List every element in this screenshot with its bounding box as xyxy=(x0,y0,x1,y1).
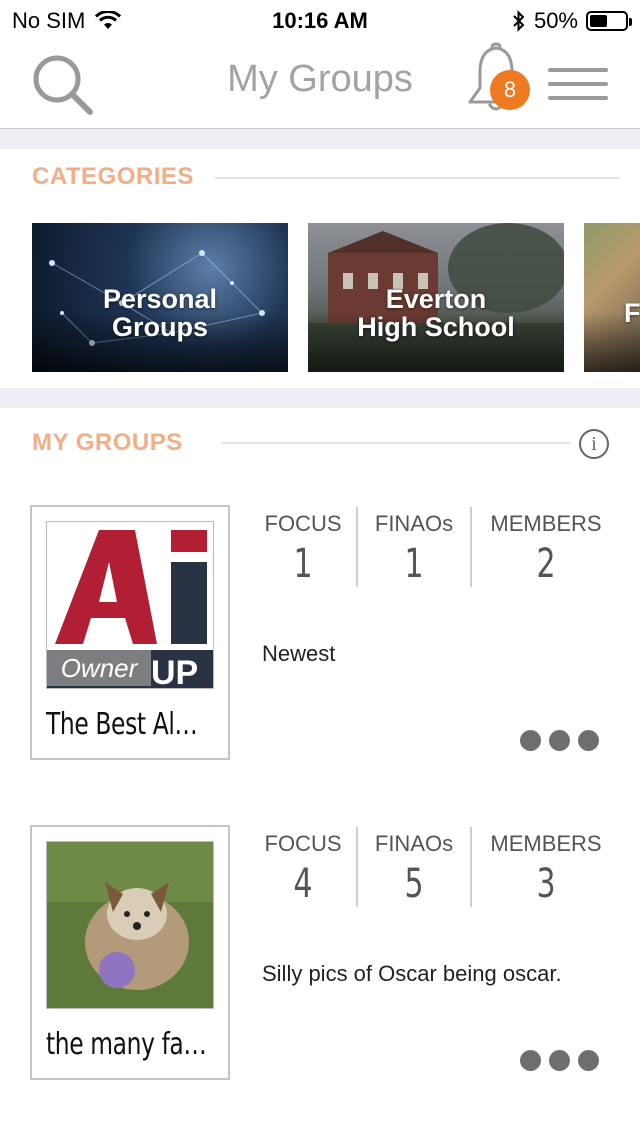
more-options-button[interactable] xyxy=(520,1050,600,1074)
focus-value: 1 xyxy=(293,541,313,587)
battery-percent: 50% xyxy=(533,8,578,33)
category-label-line1: F xyxy=(624,298,640,328)
notification-badge: 8 xyxy=(490,70,530,110)
members-label: MEMBERS xyxy=(490,511,602,536)
group-photo xyxy=(46,841,214,1009)
focus-label: FOCUS xyxy=(264,511,342,536)
focus-value: 4 xyxy=(293,861,313,907)
owner-badge: Owner xyxy=(47,650,151,686)
category-card-partial[interactable]: F xyxy=(584,223,640,372)
category-label-line2: High School xyxy=(357,312,515,342)
heading-rule xyxy=(222,442,570,444)
finaos-stat: FINAOs 1 xyxy=(362,511,466,591)
group-description: Silly pics of Oscar being oscar. xyxy=(262,961,562,986)
group-name: The Best Al… xyxy=(46,707,198,742)
bluetooth-icon xyxy=(513,10,525,32)
finaos-stat: FINAOs 5 xyxy=(362,831,466,911)
category-label-line2: Groups xyxy=(111,312,208,342)
finaos-value: 1 xyxy=(404,541,424,587)
info-icon[interactable]: i xyxy=(579,429,609,459)
hamburger-icon xyxy=(548,68,608,72)
more-options-button[interactable] xyxy=(520,730,600,754)
finaos-label: FINAOs xyxy=(374,511,454,536)
section-divider xyxy=(0,129,640,149)
page-title: My Groups xyxy=(227,58,413,100)
group-logo: UP Owner xyxy=(46,521,214,689)
members-stat: MEMBERS 2 xyxy=(478,511,614,591)
svg-text:UP: UP xyxy=(151,654,198,689)
menu-button[interactable] xyxy=(548,68,608,104)
group-name: the many fa… xyxy=(46,1027,207,1062)
my-groups-heading: MY GROUPS xyxy=(32,429,183,456)
members-label: MEMBERS xyxy=(490,831,602,856)
group-description: Newest xyxy=(262,641,336,666)
members-stat: MEMBERS 3 xyxy=(478,831,614,911)
heading-rule xyxy=(215,177,620,179)
category-label-line1: Everton xyxy=(385,284,487,314)
battery-icon xyxy=(586,11,632,31)
categories-heading: CATEGORIES xyxy=(32,163,194,190)
status-bar: No SIM 10:16 AM 50% xyxy=(0,0,640,40)
category-card-everton-high-school[interactable]: Everton High School xyxy=(308,223,564,372)
focus-label: FOCUS xyxy=(264,831,342,856)
section-divider xyxy=(0,388,640,408)
members-value: 3 xyxy=(536,861,556,907)
focus-stat: FOCUS 4 xyxy=(258,831,348,911)
finaos-value: 5 xyxy=(404,861,424,907)
category-card-personal-groups[interactable]: Personal Groups xyxy=(32,223,288,372)
finaos-label: FINAOs xyxy=(374,831,454,856)
navigation-bar: My Groups 8 xyxy=(0,40,640,129)
group-card[interactable]: the many fa… xyxy=(30,825,230,1080)
ellipsis-icon xyxy=(520,1050,541,1071)
category-label-line1: Personal xyxy=(102,284,218,314)
focus-stat: FOCUS 1 xyxy=(258,511,348,591)
dog-photo xyxy=(47,842,213,1008)
members-value: 2 xyxy=(536,541,556,587)
group-card[interactable]: UP Owner The Best Al… xyxy=(30,505,230,760)
ellipsis-icon xyxy=(520,730,541,751)
battery-fill xyxy=(590,15,607,27)
